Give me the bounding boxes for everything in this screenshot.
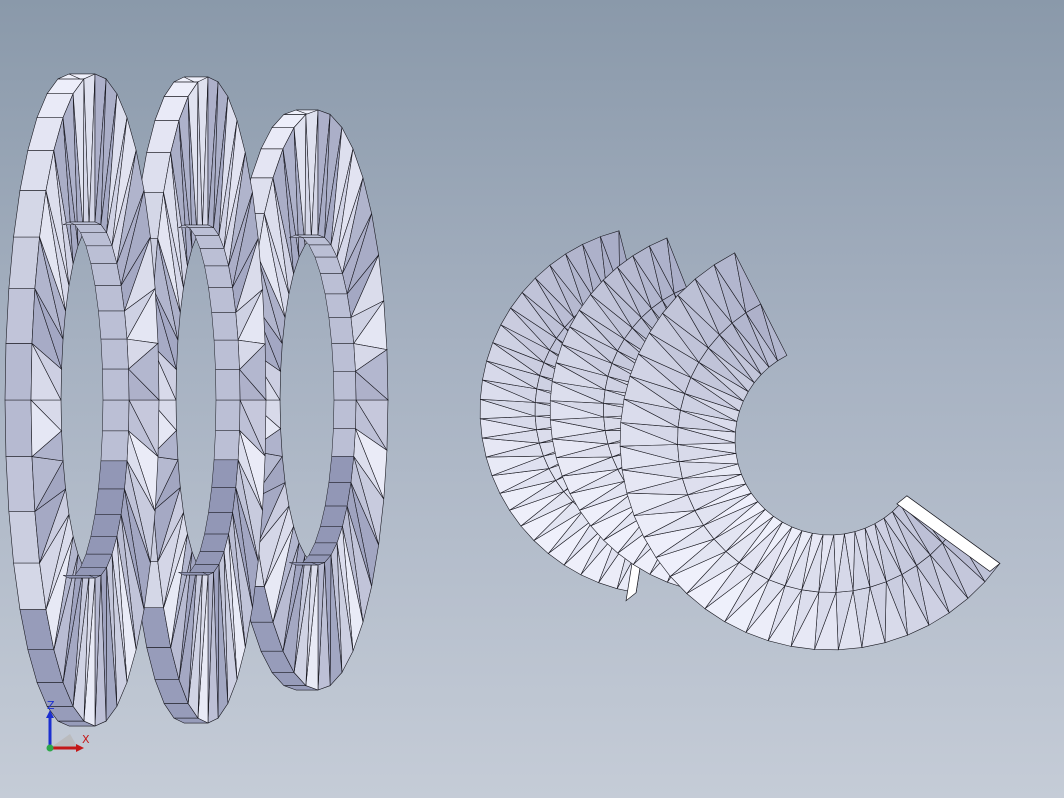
orientation-triad: Z X [40,696,100,756]
washer-stack-section[interactable] [479,230,1001,651]
y-axis-dot [46,744,54,752]
section-washer-3[interactable] [619,252,1001,651]
model-scene[interactable] [0,0,1064,798]
washer-stack-full[interactable] [4,73,389,727]
washer-1[interactable] [4,73,160,727]
3d-viewport[interactable]: Z X [0,0,1064,798]
z-axis-label: Z [47,699,55,712]
x-axis-label: X [82,733,90,746]
